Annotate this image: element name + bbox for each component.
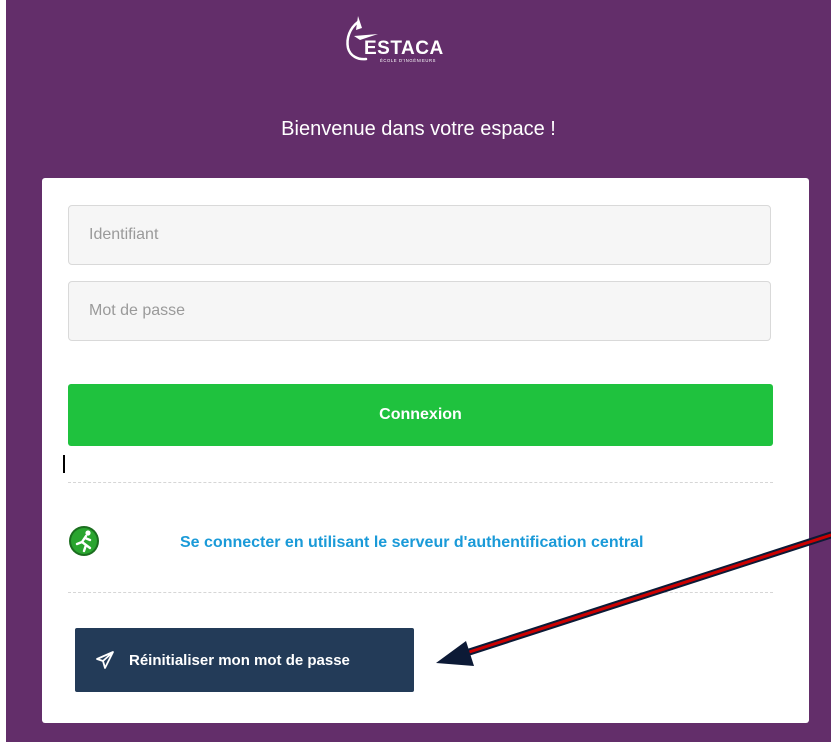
runner-icon[interactable] bbox=[68, 525, 100, 557]
password-input[interactable] bbox=[68, 281, 771, 341]
page-background: ESTACA ÉCOLE D'INGÉNIEURS Bienvenue dans… bbox=[6, 0, 831, 742]
divider bbox=[68, 592, 773, 593]
cas-login-link[interactable]: Se connecter en utilisant le serveur d'a… bbox=[180, 534, 643, 552]
logo-text: ESTACA bbox=[364, 38, 444, 59]
connect-button[interactable]: Connexion bbox=[68, 384, 773, 446]
logo-subtext: ÉCOLE D'INGÉNIEURS bbox=[380, 58, 436, 63]
username-input[interactable] bbox=[68, 205, 771, 265]
estaca-logo: ESTACA ÉCOLE D'INGÉNIEURS bbox=[336, 10, 486, 68]
welcome-title: Bienvenue dans votre espace ! bbox=[281, 118, 556, 140]
paper-plane-icon bbox=[95, 650, 115, 670]
text-cursor bbox=[63, 455, 65, 473]
reset-password-button[interactable]: Réinitialiser mon mot de passe bbox=[75, 628, 414, 692]
login-card: Connexion Se connecter en utilisant le s… bbox=[42, 178, 809, 723]
reset-password-label: Réinitialiser mon mot de passe bbox=[129, 651, 350, 669]
divider bbox=[68, 482, 773, 483]
